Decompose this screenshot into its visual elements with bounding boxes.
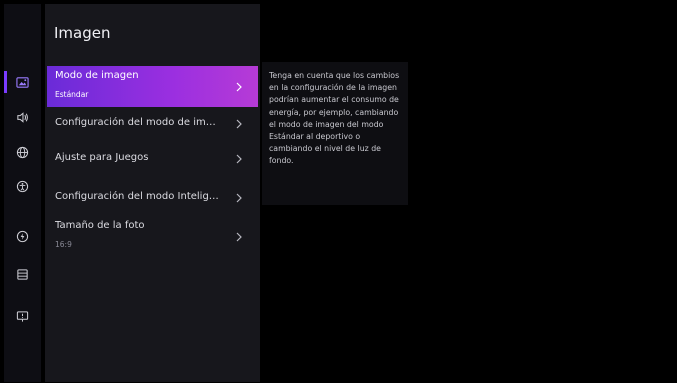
menu-item-game-settings[interactable]: Ajuste para Juegos — [47, 144, 258, 174]
menu-item-picture-size[interactable]: Tamaño de la foto 16:9 — [47, 216, 258, 258]
sidebar-item-accessibility[interactable] — [4, 173, 41, 199]
menu-item-value: Estándar — [55, 90, 89, 99]
support-icon — [16, 310, 29, 322]
sound-icon — [17, 111, 28, 123]
chevron-right-icon — [236, 82, 242, 91]
menu-item-label: Configuración del modo Intelig… — [55, 191, 219, 202]
power-icon — [16, 230, 29, 242]
menu-item-label: Tamaño de la foto — [55, 220, 145, 231]
menu-item-picture-mode-settings[interactable]: Configuración del modo de im… — [47, 109, 258, 139]
chevron-right-icon — [236, 119, 242, 129]
system-icon — [17, 268, 28, 280]
picture-settings-panel: Imagen Modo de imagen Estándar Configura… — [45, 4, 260, 382]
chevron-right-icon — [236, 193, 242, 203]
info-description-box: Tenga en cuenta que los cambios en la co… — [262, 62, 408, 205]
sidebar-item-sound[interactable] — [4, 104, 41, 130]
menu-item-intelligent-mode-settings[interactable]: Configuración del modo Intelig… — [47, 183, 258, 213]
picture-icon — [16, 76, 29, 88]
sidebar-item-power[interactable] — [4, 223, 41, 249]
page-title: Imagen — [54, 24, 111, 42]
network-icon — [16, 146, 29, 158]
menu-item-value: 16:9 — [55, 240, 72, 249]
sidebar-item-support[interactable] — [4, 303, 41, 329]
settings-sidebar — [4, 4, 41, 382]
menu-item-label: Ajuste para Juegos — [55, 152, 149, 163]
chevron-right-icon — [236, 154, 242, 164]
menu-item-label: Modo de imagen — [55, 70, 139, 81]
chevron-right-icon — [236, 232, 242, 242]
menu-item-picture-mode[interactable]: Modo de imagen Estándar — [47, 66, 258, 107]
menu-item-label: Configuración del modo de im… — [55, 117, 216, 128]
sidebar-item-system[interactable] — [4, 261, 41, 287]
info-text: Tenga en cuenta que los cambios en la co… — [269, 71, 400, 166]
sidebar-item-picture[interactable] — [4, 69, 41, 95]
sidebar-item-network[interactable] — [4, 139, 41, 165]
accessibility-icon — [16, 180, 29, 192]
